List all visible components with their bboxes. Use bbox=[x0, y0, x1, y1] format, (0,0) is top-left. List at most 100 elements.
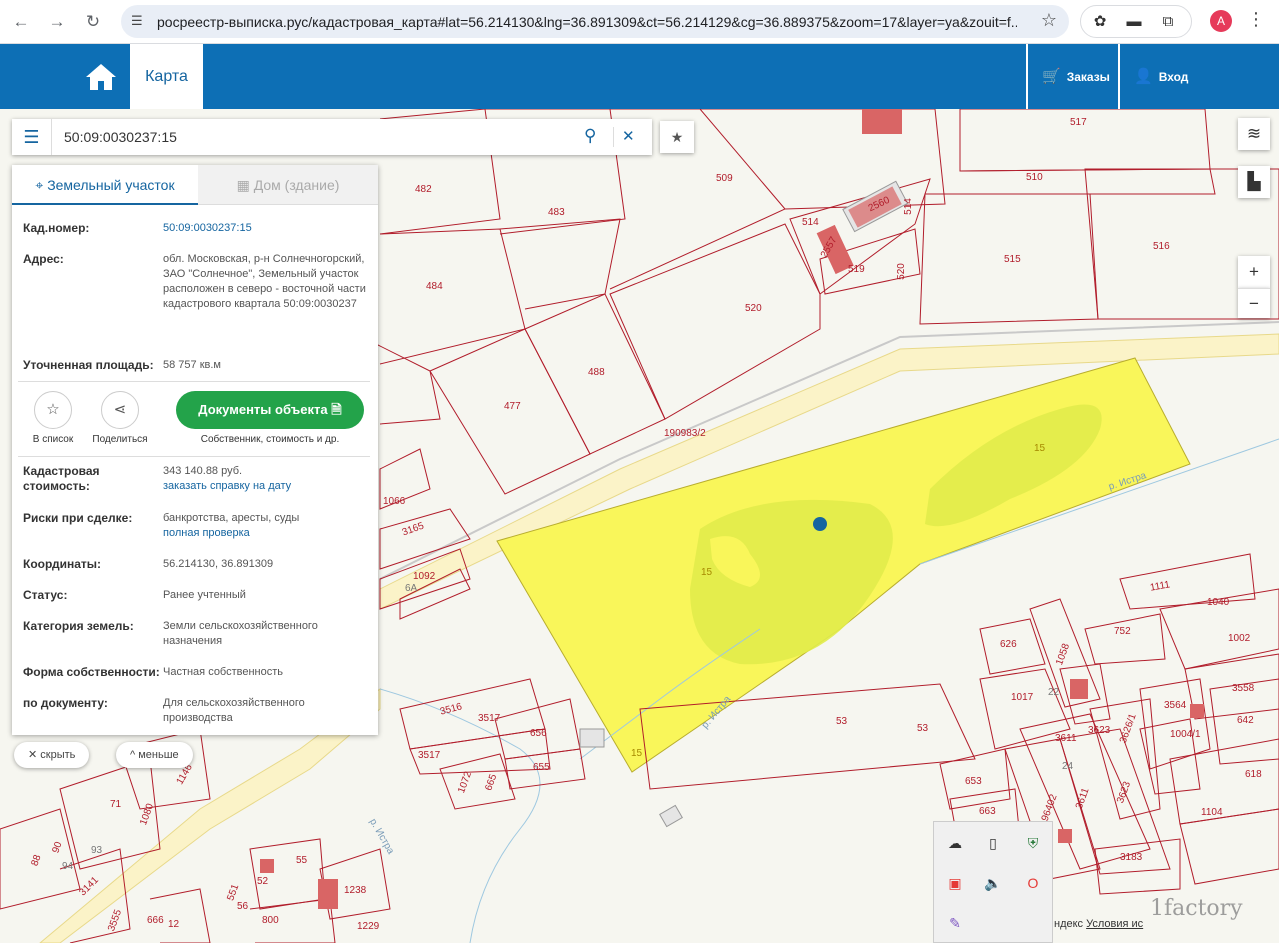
parcel-label: 1040 bbox=[1207, 597, 1230, 608]
building-icon: ▦ bbox=[236, 177, 254, 193]
parcel-label: 6А bbox=[405, 583, 418, 594]
parcel-label: 510 bbox=[1026, 172, 1043, 183]
share-icon: ⋖ bbox=[113, 401, 127, 418]
parcel-label: 642 bbox=[1237, 715, 1254, 726]
parcel-label: 3517 bbox=[418, 750, 441, 761]
search-input[interactable]: 50:09:0030237:15 bbox=[64, 129, 177, 145]
search-icon[interactable]: ⚲ bbox=[584, 126, 596, 146]
user-icon: 👤 bbox=[1134, 68, 1153, 85]
documents-subtitle: Собственник, стоимость и др. bbox=[200, 434, 340, 445]
parcel-label: 482 bbox=[415, 184, 432, 195]
parcel-label: 520 bbox=[895, 263, 907, 280]
chevron-up-icon: ^ bbox=[130, 749, 139, 761]
plus-icon: + bbox=[1249, 262, 1259, 281]
opera-icon[interactable]: O bbox=[1018, 868, 1048, 898]
divider bbox=[18, 381, 370, 382]
layers-button[interactable]: ≋ bbox=[1238, 118, 1270, 150]
order-certificate-link[interactable]: заказать справку на дату bbox=[163, 480, 291, 492]
zoom-in-button[interactable]: + bbox=[1238, 256, 1270, 288]
parcel-label: 52 bbox=[257, 876, 269, 887]
back-icon[interactable]: ← bbox=[8, 9, 34, 35]
close-icon: ✕ bbox=[28, 749, 41, 761]
parcel-label: 520 bbox=[745, 303, 762, 314]
parcel-label: 53 bbox=[917, 723, 929, 734]
cad-number-link[interactable]: 50:09:0030237:15 bbox=[163, 221, 368, 236]
shield-icon[interactable]: ⛨ bbox=[1018, 828, 1048, 858]
parcel-label: 24 bbox=[1062, 761, 1074, 772]
parcel-label: 3517 bbox=[478, 713, 501, 724]
parcel-label: 1104 bbox=[1201, 807, 1223, 818]
home-icon[interactable] bbox=[85, 62, 117, 92]
speaker-icon[interactable]: 🔈 bbox=[978, 868, 1008, 898]
cadastral-search: ☰ 50:09:0030237:15 ⚲ ✕ bbox=[12, 119, 652, 155]
terms-link[interactable]: Условия ис bbox=[1086, 918, 1143, 930]
login-button[interactable]: 👤 Вход bbox=[1118, 44, 1279, 109]
parcel-label: 3558 bbox=[1232, 683, 1255, 694]
parcel-label: 3611 bbox=[1055, 733, 1077, 744]
hide-panel-button[interactable]: ✕ скрыть bbox=[14, 742, 90, 768]
usb-icon[interactable]: ▯ bbox=[978, 828, 1008, 858]
tab-building[interactable]: ▦ Дом (здание) bbox=[198, 165, 378, 205]
parcel-label: 515 bbox=[1004, 254, 1021, 265]
parcel-label: 1017 bbox=[1011, 692, 1034, 703]
parcel-label: 663 bbox=[979, 806, 996, 817]
system-tray-popup: ☁ ▯ ⛨ ▣ 🔈 O ✎ bbox=[933, 821, 1053, 943]
parcel-label: 15 bbox=[1034, 443, 1046, 454]
share-button[interactable]: ⋖ bbox=[101, 391, 139, 429]
extension-icon[interactable]: ✿ bbox=[1089, 12, 1111, 32]
parcel-label: 93 bbox=[91, 845, 103, 856]
extension-icon[interactable]: ▬ bbox=[1123, 12, 1145, 32]
parcel-label: 15 bbox=[631, 748, 643, 759]
parcel-label: 56 bbox=[237, 901, 249, 912]
reload-icon[interactable]: ↻ bbox=[80, 9, 106, 35]
puzzle-icon[interactable]: ⧉ bbox=[1157, 12, 1179, 32]
sync-icon[interactable]: ☁ bbox=[940, 828, 970, 858]
tab-land-plot[interactable]: ⌖ Земельный участок bbox=[12, 165, 198, 205]
address-bar[interactable]: ☰ росреестр-выписка.рус/кадастровая_карт… bbox=[121, 5, 1069, 38]
forward-icon[interactable]: → bbox=[44, 9, 70, 35]
share-label: Поделиться bbox=[92, 434, 148, 445]
full-check-link[interactable]: полная проверка bbox=[163, 527, 250, 539]
browser-toolbar: ← → ↻ ☰ росреестр-выписка.рус/кадастрова… bbox=[0, 0, 1279, 44]
site-settings-icon[interactable]: ☰ bbox=[131, 13, 143, 29]
layers-icon: ≋ bbox=[1246, 124, 1262, 143]
divider bbox=[18, 456, 370, 457]
parcel-label: 3183 bbox=[1120, 852, 1143, 863]
search-divider bbox=[613, 127, 614, 147]
parcel-label: 514 bbox=[902, 198, 914, 215]
parcel-label: 514 bbox=[802, 217, 819, 228]
parcel-label: 1229 bbox=[357, 921, 380, 932]
zoom-out-button[interactable]: − bbox=[1238, 288, 1270, 318]
parcel-label: 666 bbox=[147, 915, 164, 926]
parcel-label: 53 bbox=[836, 716, 848, 727]
close-icon[interactable]: ✕ bbox=[622, 127, 635, 145]
hamburger-menu-icon[interactable]: ☰ bbox=[12, 119, 52, 155]
parcel-label: 484 bbox=[426, 281, 443, 292]
bookmark-star-icon[interactable]: ☆ bbox=[1041, 10, 1057, 31]
parcel-label: 1066 bbox=[383, 496, 406, 507]
favorites-star-button[interactable]: ★ bbox=[660, 121, 694, 153]
parcel-label: 477 bbox=[504, 401, 521, 412]
map-footer: ндекс Условия ис bbox=[1054, 918, 1144, 930]
parcel-label: 1004/1 bbox=[1170, 729, 1201, 740]
orders-button[interactable]: 🛒 Заказы bbox=[1026, 44, 1116, 109]
parcel-label: 517 bbox=[1070, 117, 1087, 128]
parcel-label: 94 bbox=[62, 861, 74, 872]
app-header: Карта 🛒 Заказы 👤 Вход bbox=[0, 44, 1279, 109]
record-icon[interactable]: ▣ bbox=[940, 868, 970, 898]
parcel-label: 55 bbox=[296, 855, 308, 866]
tab-map[interactable]: Карта bbox=[130, 44, 203, 109]
parcel-label: 800 bbox=[262, 915, 279, 926]
pen-icon[interactable]: ✎ bbox=[940, 908, 970, 938]
url-text[interactable]: росреестр-выписка.рус/кадастровая_карта#… bbox=[157, 14, 1017, 30]
cart-icon: 🛒 bbox=[1042, 68, 1061, 85]
browser-menu-icon[interactable]: ⋮ bbox=[1247, 9, 1265, 30]
parcel-label: 509 bbox=[716, 173, 733, 184]
parcel-label: 1092 bbox=[413, 571, 436, 582]
add-to-list-button[interactable]: ☆ bbox=[34, 391, 72, 429]
ruler-button[interactable]: ▙ bbox=[1238, 166, 1270, 198]
parcel-label: 1002 bbox=[1228, 633, 1251, 644]
profile-avatar[interactable]: A bbox=[1210, 10, 1232, 32]
collapse-panel-button[interactable]: ^ меньше bbox=[116, 742, 193, 768]
object-documents-button[interactable]: Документы объекта 🗎 bbox=[176, 391, 364, 429]
